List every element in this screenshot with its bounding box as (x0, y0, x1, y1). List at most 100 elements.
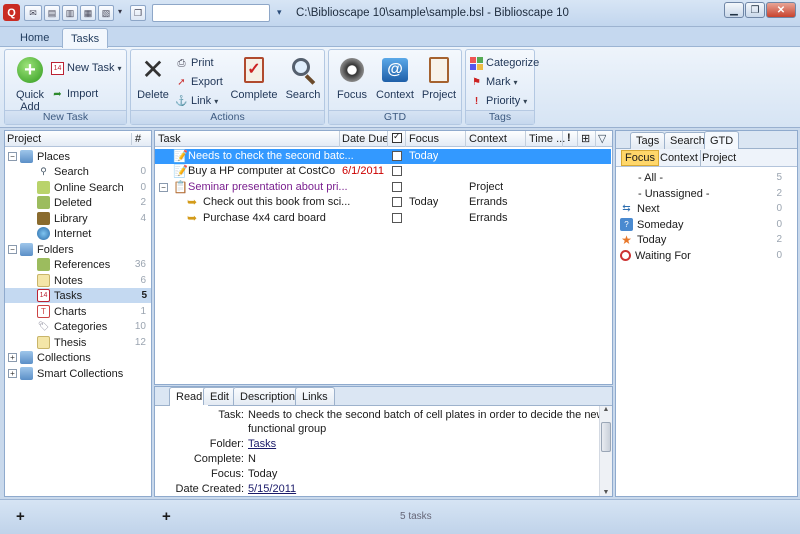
tree-item-charts[interactable]: T Charts 1 (37, 304, 150, 319)
priority-button[interactable]: ! Priority ▾ (470, 93, 527, 109)
mark-button[interactable]: ⚑ Mark ▾ (470, 74, 517, 90)
scroll-up-icon[interactable]: ▲ (600, 406, 612, 413)
tree-item-references[interactable]: References 36 (37, 257, 150, 272)
subtab-context[interactable]: Context (658, 150, 701, 166)
new-task-button[interactable]: 14 New Task ▾ (51, 60, 122, 76)
task-complete-checkbox[interactable] (392, 151, 402, 161)
tree-item-deleted[interactable]: Deleted 2 (37, 195, 150, 210)
task-row[interactable]: 📝 Buy a HP computer at CostCo 6/1/2011 (155, 164, 611, 179)
import-button[interactable]: ➦ Import (51, 86, 98, 102)
add-task-button[interactable]: + (162, 508, 171, 525)
task-complete-checkbox[interactable] (392, 197, 402, 207)
context-button[interactable]: @ Context (375, 54, 415, 101)
mail-icon[interactable]: ✉ (24, 5, 42, 21)
layout1-icon[interactable]: ▤ (44, 5, 60, 21)
task-date-due: 6/1/2011 (342, 165, 385, 177)
gtd-item-all[interactable]: - All - 5 (620, 170, 782, 185)
task-complete-checkbox[interactable] (392, 182, 402, 192)
tree-item-notes[interactable]: Notes 6 (37, 273, 150, 288)
scroll-thumb[interactable] (601, 422, 611, 452)
gtd-item-unassigned[interactable]: - Unassigned - 2 (620, 186, 782, 201)
gtd-item-waiting-for[interactable]: Waiting For 0 (620, 248, 782, 263)
task-row[interactable]: − 📋 Seminar presentation about pri... Pr… (155, 180, 611, 195)
app-icon[interactable]: Q (3, 4, 20, 21)
tree-item-categories[interactable]: 🏷 Categories 10 (37, 319, 150, 334)
gtd-count: 2 (776, 188, 782, 199)
focus-lens-icon (336, 54, 368, 86)
expand-icon[interactable]: + (8, 353, 17, 362)
tab-home[interactable]: Home (12, 29, 57, 47)
print-button[interactable]: ⎙ Print (175, 55, 214, 71)
maximize-button[interactable]: ❐ (745, 2, 765, 18)
layout2-icon[interactable]: ▥ (62, 5, 78, 21)
tree-item-tasks[interactable]: 14 Tasks 5 (5, 288, 151, 303)
tree-label: Charts (54, 305, 87, 318)
gtd-item-today[interactable]: ★ Today 2 (620, 232, 782, 247)
project-button[interactable]: Project (419, 54, 459, 101)
complete-column-checkbox[interactable]: ✓ (392, 131, 402, 143)
minimize-button[interactable]: ▁ (724, 2, 744, 18)
quick-add-button[interactable]: + Quick Add (11, 54, 49, 113)
date-due-column-header[interactable]: Date Due (342, 133, 388, 145)
tab-links[interactable]: Links (295, 387, 335, 405)
count-column-header[interactable]: # (131, 132, 141, 145)
layout3-icon[interactable]: ▦ (80, 5, 96, 21)
tree-item-search[interactable]: ⚲ Search 0 (37, 164, 150, 179)
task-complete-checkbox[interactable] (392, 166, 402, 176)
task-complete-checkbox[interactable] (392, 213, 402, 223)
add-project-button[interactable]: + (16, 508, 25, 525)
delete-button[interactable]: ✕ Delete (135, 54, 171, 102)
detail-scrollbar[interactable]: ▲ ▼ (599, 406, 612, 496)
grid-columns-icon[interactable]: ⊞ (581, 132, 590, 145)
complete-button[interactable]: ✓ Complete (229, 54, 279, 101)
tab-tags[interactable]: Tags (630, 132, 666, 149)
tab-tasks[interactable]: Tasks (62, 28, 109, 48)
subtab-project[interactable]: Project (700, 150, 738, 166)
task-row[interactable]: 📝 Needs to check the second batc... Toda… (155, 149, 611, 164)
focus-button[interactable]: Focus (333, 54, 371, 101)
quick-search-input[interactable] (152, 4, 270, 22)
gtd-item-next[interactable]: ⇆ Next 0 (620, 201, 782, 216)
window-icon[interactable]: ❐ (130, 5, 146, 21)
collapse-icon[interactable]: − (159, 183, 168, 192)
priority-column-icon[interactable]: ! (567, 132, 571, 144)
anchor-icon: ⚓ (175, 95, 188, 107)
tree-item-library[interactable]: Library 4 (37, 211, 150, 226)
tree-item-places[interactable]: − Places (8, 149, 150, 164)
folder-link[interactable]: Tasks (248, 438, 276, 450)
tree-item-folders[interactable]: − Folders (8, 242, 150, 257)
tab-gtd[interactable]: GTD (704, 131, 740, 149)
collapse-icon[interactable]: − (8, 152, 17, 161)
dropdown-arrow-icon[interactable]: ▾ (118, 7, 122, 16)
task-icon: 📝 (173, 164, 188, 178)
gtd-item-someday[interactable]: ? Someday 0 (620, 217, 782, 232)
close-button[interactable]: ✕ (766, 2, 796, 18)
tree-item-collections[interactable]: + Collections (8, 350, 150, 365)
collapse-icon[interactable]: − (8, 245, 17, 254)
customize-arrow-icon[interactable]: ▾ (277, 7, 282, 18)
tree-item-internet[interactable]: Internet (37, 226, 150, 241)
export-button[interactable]: ➚ Export (175, 74, 223, 90)
tree-item-online-search[interactable]: Online Search 0 (37, 180, 150, 195)
task-row[interactable]: ➥ Check out this book from sci... Today … (155, 195, 611, 210)
search-button[interactable]: Search (283, 54, 323, 101)
time-column-header[interactable]: Time ... (529, 133, 565, 145)
subtab-focus[interactable]: Focus (621, 150, 659, 166)
categorize-button[interactable]: Categorize (470, 55, 539, 71)
task-row[interactable]: ➥ Purchase 4x4 card board Errands (155, 211, 611, 226)
someday-icon: ? (620, 218, 633, 231)
expand-icon[interactable]: + (8, 369, 17, 378)
tree-item-smart-collections[interactable]: + Smart Collections (8, 366, 150, 381)
filter-icon[interactable]: ▽ (598, 132, 606, 145)
layout4-icon[interactable]: ▧ (98, 5, 114, 21)
tree-item-thesis[interactable]: Thesis 12 (37, 335, 150, 350)
task-column-header[interactable]: Task (158, 133, 181, 145)
project-column-header[interactable]: Project (5, 133, 41, 145)
scroll-down-icon[interactable]: ▼ (600, 489, 612, 496)
tab-description[interactable]: Description (233, 387, 303, 405)
date-created-link[interactable]: 5/15/2011 (248, 483, 296, 495)
link-button[interactable]: ⚓ Link ▾ (175, 93, 218, 109)
focus-column-header[interactable]: Focus (409, 133, 439, 145)
tab-edit[interactable]: Edit (203, 387, 236, 405)
context-column-header[interactable]: Context (469, 133, 507, 145)
